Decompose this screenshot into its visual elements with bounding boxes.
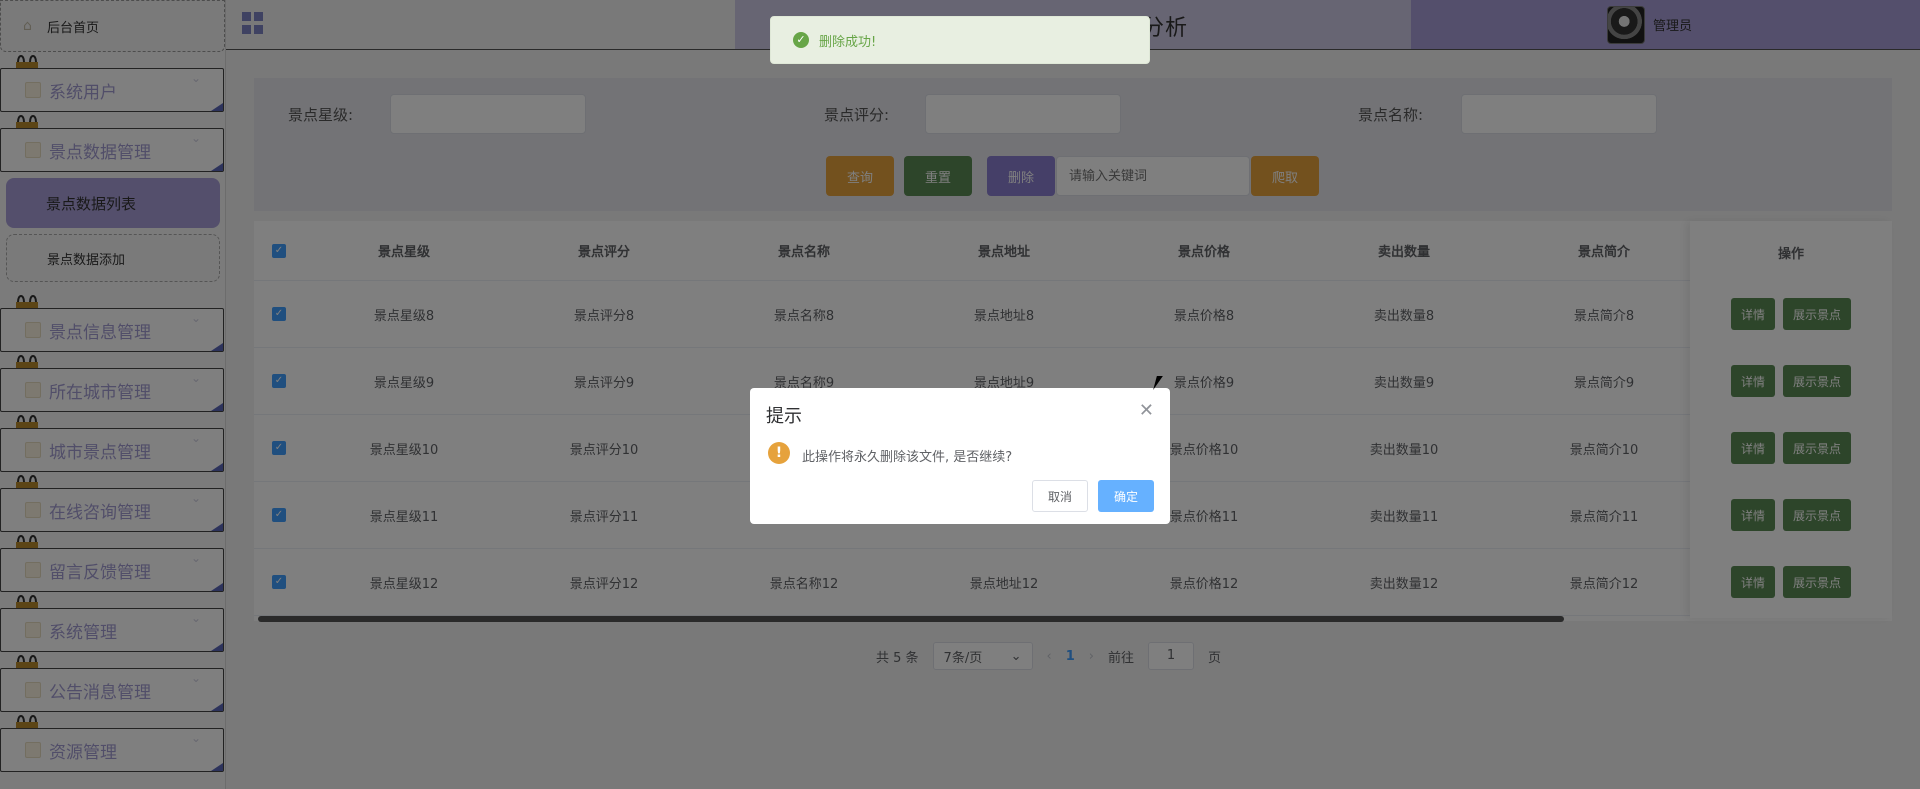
toast-message: 删除成功! <box>819 34 877 50</box>
success-toast: ✓ 删除成功! <box>770 16 1150 64</box>
cancel-button[interactable]: 取消 <box>1032 480 1088 512</box>
confirm-button[interactable]: 确定 <box>1098 480 1154 512</box>
close-icon[interactable]: ✕ <box>1139 400 1154 421</box>
warning-icon: ! <box>768 442 790 464</box>
confirm-dialog: 提示 ✕ ! 此操作将永久删除该文件, 是否继续? 取消 确定 <box>750 388 1170 524</box>
dialog-title: 提示 <box>766 406 802 427</box>
dialog-message: 此操作将永久删除该文件, 是否继续? <box>802 450 1013 465</box>
check-circle-icon: ✓ <box>793 32 809 48</box>
